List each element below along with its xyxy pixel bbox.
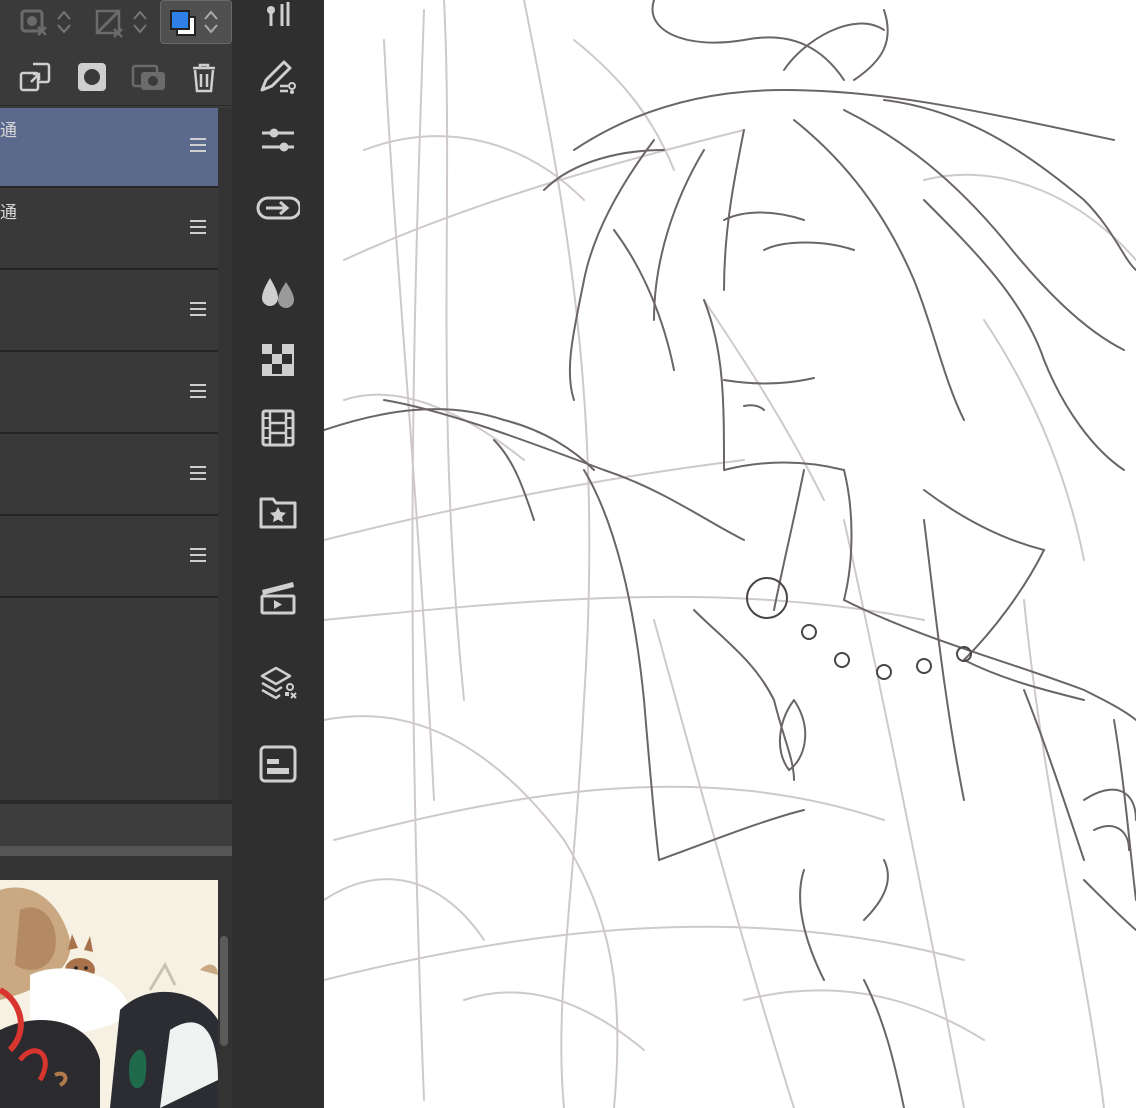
panel-resize-handle[interactable] [0, 846, 232, 856]
pen-layer-property-icon [260, 60, 296, 94]
layer-row[interactable] [0, 354, 218, 434]
panel-layout-button[interactable] [256, 742, 300, 786]
layer-list-empty-area [0, 600, 218, 800]
layer-row[interactable] [0, 436, 218, 516]
material-tiles-icon [262, 344, 294, 376]
layer-mask-icon [78, 63, 106, 91]
panel-layout-icon [259, 745, 297, 783]
favorites-folder-button[interactable] [256, 490, 300, 534]
trash-icon [193, 63, 215, 93]
color-drops-icon [262, 278, 294, 308]
color-set-button[interactable] [256, 270, 300, 314]
color-swatch-icon [170, 10, 196, 36]
clip-studio-workspace: 通 通 [0, 0, 1136, 1108]
merge-camera-button[interactable] [131, 59, 167, 95]
layer-effects-button[interactable] [256, 660, 300, 704]
tool-settings-button[interactable] [256, 118, 300, 162]
layer-panel: 通 通 [0, 0, 232, 1108]
transform-button[interactable] [256, 186, 300, 230]
layer-row[interactable]: 通 [0, 108, 218, 188]
navigator-panel [0, 856, 232, 1108]
layer-row[interactable]: 通 [0, 190, 218, 270]
command-icon-bar [232, 0, 324, 1108]
layer-list-scrollbar[interactable] [218, 108, 232, 800]
folder-star-icon [259, 497, 297, 529]
drawing-canvas[interactable] [324, 0, 1136, 1108]
layer-menu-icon[interactable] [190, 384, 206, 400]
layer-mask-button[interactable] [74, 59, 110, 95]
layer-row[interactable] [0, 272, 218, 352]
clip-lower-layer-button[interactable] [94, 0, 148, 44]
transform-icon [256, 196, 300, 220]
copy-layer-icon [19, 62, 51, 92]
layer-color-button[interactable] [160, 0, 232, 44]
animation-clapper-icon [260, 582, 296, 615]
timeline-film-icon [261, 409, 295, 447]
navigator-preview-image[interactable] [0, 880, 218, 1108]
panel-footer [0, 804, 232, 846]
material-button[interactable] [256, 338, 300, 382]
timeline-button[interactable] [256, 406, 300, 450]
navigator-scrollbar[interactable] [220, 936, 228, 1046]
layer-menu-icon[interactable] [190, 138, 206, 154]
clip-lower-layer-icon [95, 9, 123, 38]
layer-menu-icon[interactable] [190, 302, 206, 318]
layer-action-row [0, 48, 232, 106]
layer-menu-icon[interactable] [190, 220, 206, 236]
merge-camera-icon [131, 64, 165, 90]
layer-list: 通 通 [0, 108, 218, 600]
brush-size-button[interactable] [256, 0, 300, 34]
lock-transparency-spinner[interactable] [56, 8, 72, 36]
animation-button[interactable] [256, 574, 300, 618]
brush-size-icon [267, 2, 290, 26]
layer-menu-icon[interactable] [190, 548, 206, 564]
layer-menu-icon[interactable] [190, 466, 206, 482]
clip-lower-layer-spinner[interactable] [132, 8, 148, 36]
layer-name: 通 [0, 203, 17, 223]
lock-transparency-icon [20, 9, 47, 36]
layer-color-spinner[interactable] [203, 8, 219, 36]
tool-settings-sliders-icon [262, 128, 294, 152]
sketch-artwork [324, 0, 1136, 1108]
layer-row[interactable] [0, 518, 218, 598]
copy-layer-button[interactable] [18, 59, 54, 95]
layer-effects-icon [260, 666, 297, 700]
layer-toolbar [0, 0, 232, 46]
lock-transparency-button[interactable] [18, 0, 72, 44]
pen-layer-property-button[interactable] [256, 52, 300, 96]
delete-layer-button[interactable] [186, 59, 222, 95]
layer-name: 通 [0, 121, 17, 141]
